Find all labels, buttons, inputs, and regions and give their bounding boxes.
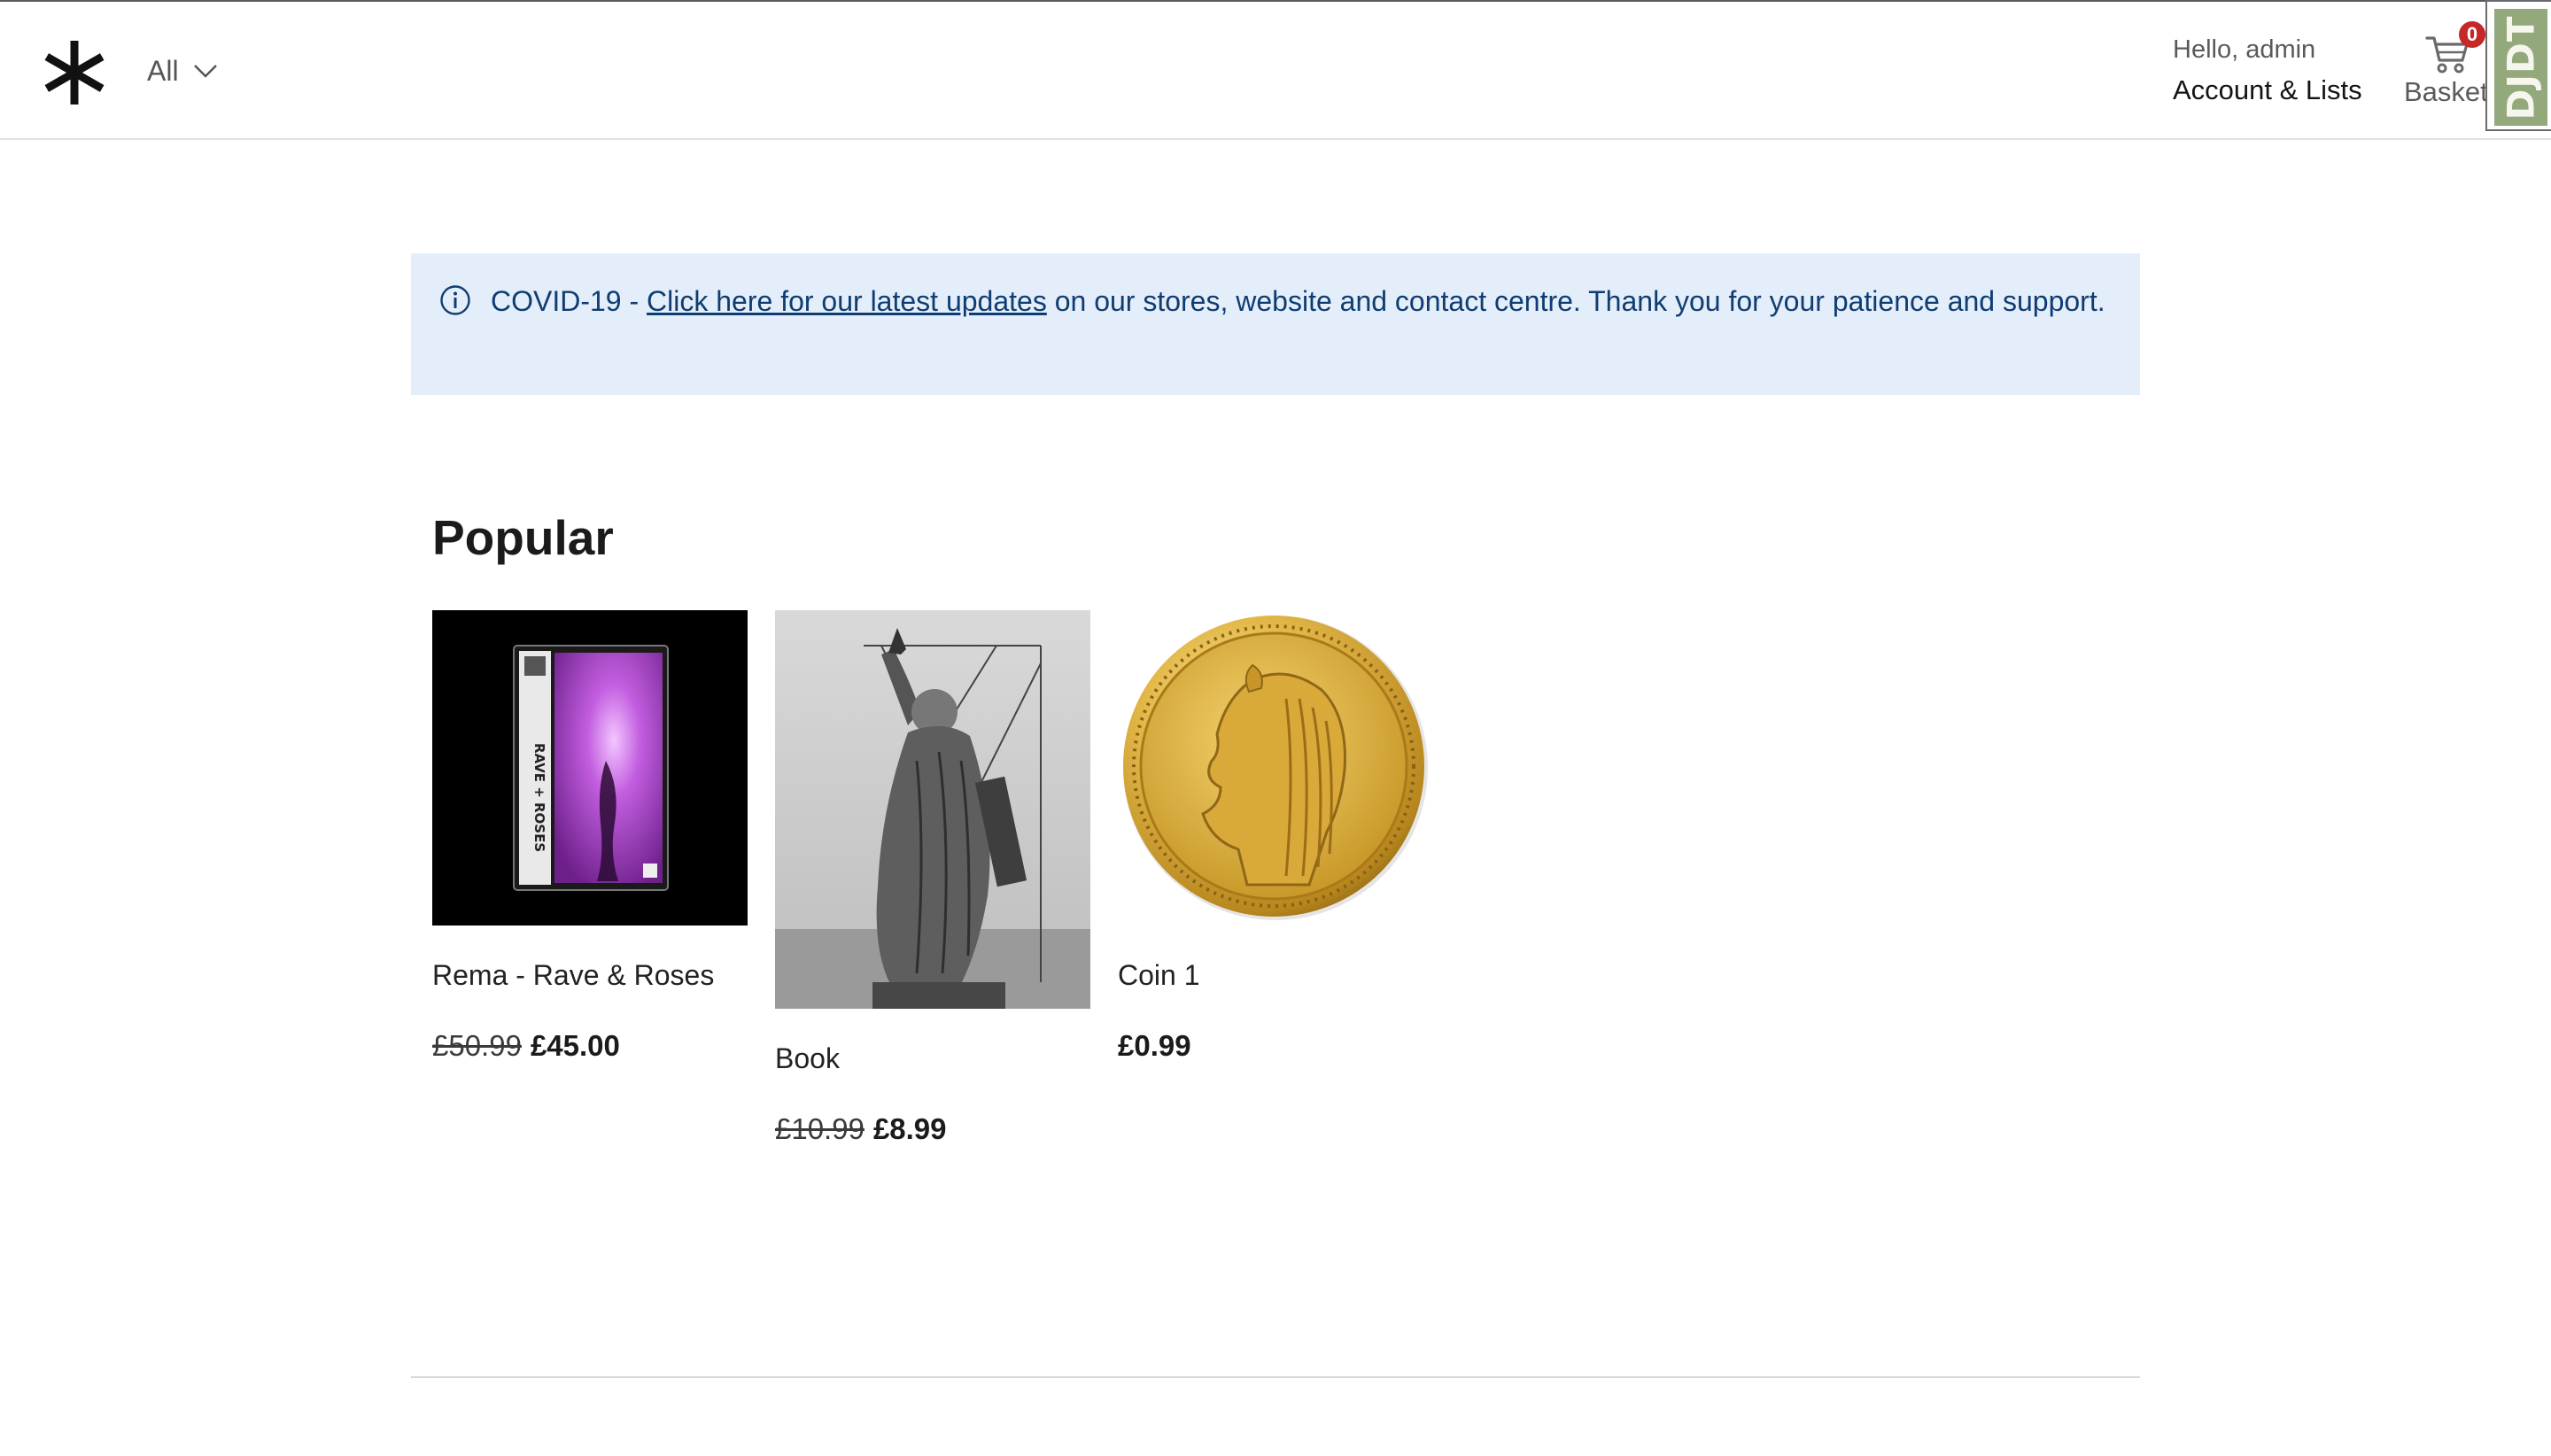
chevron-down-icon xyxy=(193,65,217,78)
original-price: £50.99 xyxy=(432,1029,522,1062)
basket-label: Basket xyxy=(2404,76,2488,107)
sale-price: £45.00 xyxy=(530,1029,620,1062)
product-card[interactable]: Coin 1 £0.99 xyxy=(1118,610,1433,1065)
basket-button[interactable]: 0 Basket xyxy=(2402,21,2488,113)
product-price: £10.99 £8.99 xyxy=(775,1110,1090,1149)
product-name[interactable]: Book xyxy=(775,1039,1090,1078)
product-image-coin[interactable] xyxy=(1118,610,1433,925)
asterisk-logo-icon[interactable] xyxy=(41,39,108,106)
basket-count-badge: 0 xyxy=(2459,21,2485,48)
account-menu[interactable]: Hello, admin Account & Lists xyxy=(2173,32,2362,110)
site-header: All Hello, admin Account & Lists 0 Baske… xyxy=(0,2,2551,140)
album-cover-image: RAVE + ROSES xyxy=(432,610,748,925)
department-label: All xyxy=(147,54,179,87)
product-card[interactable]: Book £10.99 £8.99 xyxy=(775,610,1090,1149)
gold-coin-image xyxy=(1118,610,1433,925)
product-image-rave-roses[interactable]: RAVE + ROSES xyxy=(432,610,748,925)
popular-heading: Popular xyxy=(432,510,614,565)
debug-toolbar-badge: DJDT xyxy=(2494,9,2547,126)
statue-of-liberty-image xyxy=(775,610,1090,1009)
notice-prefix: COVID-19 - xyxy=(491,285,647,317)
product-price: £0.99 xyxy=(1118,1026,1433,1065)
product-name[interactable]: Rema - Rave & Roses xyxy=(432,956,748,995)
department-dropdown[interactable]: All xyxy=(147,51,218,90)
covid-notice-banner: COVID-19 - Click here for our latest upd… xyxy=(411,253,2140,395)
product-card[interactable]: RAVE + ROSES Rema - Rave & Roses £50.99 £… xyxy=(432,610,748,1065)
original-price: £10.99 xyxy=(775,1112,865,1145)
footer-divider xyxy=(411,1376,2140,1378)
account-greeting: Hello, admin xyxy=(2173,35,2316,64)
product-name[interactable]: Coin 1 xyxy=(1118,956,1433,995)
debug-toolbar-label: DJDT xyxy=(2499,14,2543,120)
sale-price: £8.99 xyxy=(872,1112,947,1145)
notice-suffix: on our stores, website and contact centr… xyxy=(1046,285,2105,317)
product-image-book[interactable] xyxy=(775,610,1090,1009)
account-lists-link[interactable]: Account & Lists xyxy=(2173,71,2362,110)
latest-updates-link[interactable]: Click here for our latest updates xyxy=(647,285,1047,317)
info-icon xyxy=(440,285,470,315)
debug-toolbar-handle[interactable]: DJDT xyxy=(2485,0,2551,131)
album-spine-text: RAVE + ROSES xyxy=(531,743,547,852)
sale-price: £0.99 xyxy=(1118,1029,1191,1062)
product-price: £50.99 £45.00 xyxy=(432,1026,748,1065)
